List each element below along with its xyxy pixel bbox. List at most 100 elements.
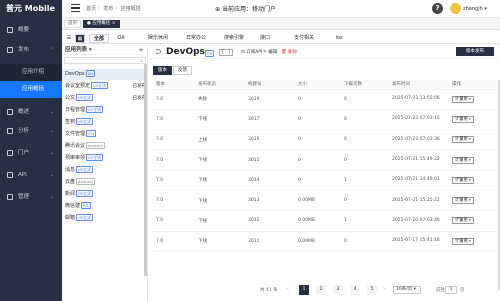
page-button[interactable]: 1 [299,285,309,295]
cell-op: 计量看 [449,210,496,232]
page-size-select[interactable]: 10条/页 ▾ [393,286,421,294]
tab-app-summary[interactable]: ● 应用概括 × [83,20,120,28]
cell-version: 7.0 [153,129,195,151]
next-page-icon[interactable]: › [383,286,385,292]
versions-table: 版本 发布状态 构建号 大小 下载次数 发布时间 操作 7.0 失败 3019 0 0 2025-07… [153,80,496,252]
publish-version-button[interactable]: 版本发布 [456,47,494,56]
sidebar-sub-app-summary[interactable]: 应用概括 [0,81,62,98]
table-row: 7.0 下线 3015 0 0 2025-07-21 15:49:22 计量看 [153,149,496,171]
app-list-scrollbar[interactable] [144,64,147,276]
list-item[interactable]: 消息 H5在线 [62,165,148,176]
sidebar-item-publish[interactable]: 发布 ⌃ [0,42,62,58]
cell-size: 0 [295,170,341,191]
tab-category-interface[interactable]: 接口 [258,34,272,43]
breadcrumb-item[interactable]: 发布 [103,6,113,12]
cell-status: 下线 [195,190,245,212]
cell-version: 7.0 [153,149,195,171]
cell-status: 下线 [195,170,245,191]
tab-category-ios[interactable]: ios [332,34,346,43]
cell-op: 计量看 [449,170,496,191]
cell-version: 7.0 [153,89,195,110]
page-button[interactable]: 2 [316,285,326,295]
tab-category-oa[interactable]: OA [114,34,128,43]
list-item[interactable]: 邮箱 H5在线 [62,213,148,224]
edit-link[interactable]: ✎ 编辑 [263,49,277,55]
list-item[interactable]: 日程管理 H5在线 [62,105,148,116]
list-item[interactable]: 云盘 Android [62,177,148,188]
cell-downloads: 0 [341,129,389,151]
cell-build: 3015 [245,149,295,171]
list-item[interactable]: 签到 H5在线 [62,117,148,128]
menu-toggle-icon[interactable] [71,4,80,13]
cell-downloads: 0 [341,109,389,131]
cell-size: 0.00MB [295,231,341,252]
tab-category-leisure[interactable]: 娱乐休闲 [144,34,172,43]
grid-view-icon[interactable]: ▦ [75,34,85,43]
sidebar-sub-app-intro[interactable]: 应用介绍 [0,64,62,81]
list-item[interactable]: 预审审领 H5在线 [62,153,148,164]
list-item[interactable]: DevOps RN [62,69,148,80]
view-dropdown-button[interactable]: 计量看 [452,217,474,225]
table-row: 7.0 失败 3019 0 0 2025-07-23 13:55:06 计量看 [153,89,496,110]
tab-category-office[interactable]: 日常办公 [182,34,210,43]
toggle-button[interactable]: [ · ] [219,49,233,56]
delete-link[interactable]: 🗑 删除 [281,49,297,55]
sidebar-item-manage[interactable]: 管理 ⌄ [0,189,62,205]
help-icon[interactable]: ? [432,3,443,14]
cell-build: 3012 [245,210,295,232]
cell-version: 7.0 [153,170,195,191]
list-item[interactable]: 新闻 H5在线 [62,189,148,200]
cell-build: 3016 [245,129,295,151]
view-dropdown-button[interactable]: 计量看 [452,197,474,205]
cell-status: 下线 [195,231,245,252]
prev-page-icon[interactable]: ‹ [287,286,289,292]
view-dropdown-button[interactable]: 计量看 [452,176,474,184]
sidebar-item-overview2[interactable]: 概述 ⌄ [0,104,62,120]
top-bar: 普元 Mobile 首页 / 发布 / 应用概括 ⊕ 当前应用：移动门户 ? zha… [0,0,500,18]
list-item[interactable]: 腾讯会议 Android [62,141,148,152]
list-item[interactable]: 微信建 RN [62,201,148,212]
breadcrumb-item[interactable]: 首页 [86,6,96,12]
app-list-header: 应用列表 ▾ + [62,45,148,55]
list-view-icon[interactable]: ☰ [64,34,74,43]
view-dropdown-button[interactable]: 计量看 [452,115,474,123]
list-item[interactable]: 文件管理 iOS [62,129,148,140]
view-dropdown-button[interactable]: 计量看 [452,95,474,103]
view-dropdown-button[interactable]: 计量看 [452,136,474,144]
cell-build: 3011 [245,231,295,252]
sidebar-item-analytics[interactable]: 分析 ⌄ [0,123,62,139]
page-button[interactable]: 3 [333,285,343,295]
list-item[interactable]: 会议室预定 H5在线 已发布 [62,81,148,92]
sidebar-item-api[interactable]: API ⌄ [0,167,62,183]
category-tabs: ☰ ▦ 全部 OA 娱乐休闲 日常办公 搜索引擎 接口 支付相关 ios [62,32,500,44]
sidebar-item-portal[interactable]: 门户 ⌄ [0,145,62,161]
cell-build: 3017 [245,109,295,131]
tab-feedback[interactable]: 反馈 [173,66,192,75]
tab-category-search[interactable]: 搜索引擎 [220,34,248,43]
cell-version: 7.0 [153,190,195,212]
cell-downloads: 1 [341,210,389,232]
table-row: 7.0 下线 3017 0 0 2025-07-23 07:03:15 计量看 [153,109,496,131]
cell-status: 失败 [195,89,245,110]
view-dropdown-button[interactable]: 计量看 [452,156,474,164]
view-dropdown-button[interactable]: 计量看 [452,237,474,245]
tab-home[interactable]: 首页 [64,20,81,28]
app-search-input[interactable]: ⌕ [64,57,146,64]
collapse-icon[interactable]: ⊃ [155,47,162,56]
list-item[interactable]: 公文 H5在线 已发布 [62,93,148,104]
page-button[interactable]: 4 [350,285,360,295]
subscribe-api-link[interactable]: ⊡ 订阅API [241,49,262,55]
sidebar-item-overview[interactable]: 概要 [0,22,62,38]
grid-icon [7,27,13,33]
cell-version: 7.0 [153,109,195,131]
page-button[interactable]: 5 [367,285,377,295]
add-app-icon[interactable]: + [138,45,144,55]
cell-size: 0 [295,89,341,110]
send-icon [7,47,13,53]
tab-category-payment[interactable]: 支付相关 [290,34,318,43]
goto-page-input[interactable]: 1 [445,286,457,294]
tab-category-all[interactable]: 全部 [89,34,109,43]
current-app-selector[interactable]: ⊕ 当前应用：移动门户 [215,4,276,13]
tab-versions[interactable]: 版本 [153,66,172,75]
breadcrumb-item: 应用概括 [120,6,141,12]
